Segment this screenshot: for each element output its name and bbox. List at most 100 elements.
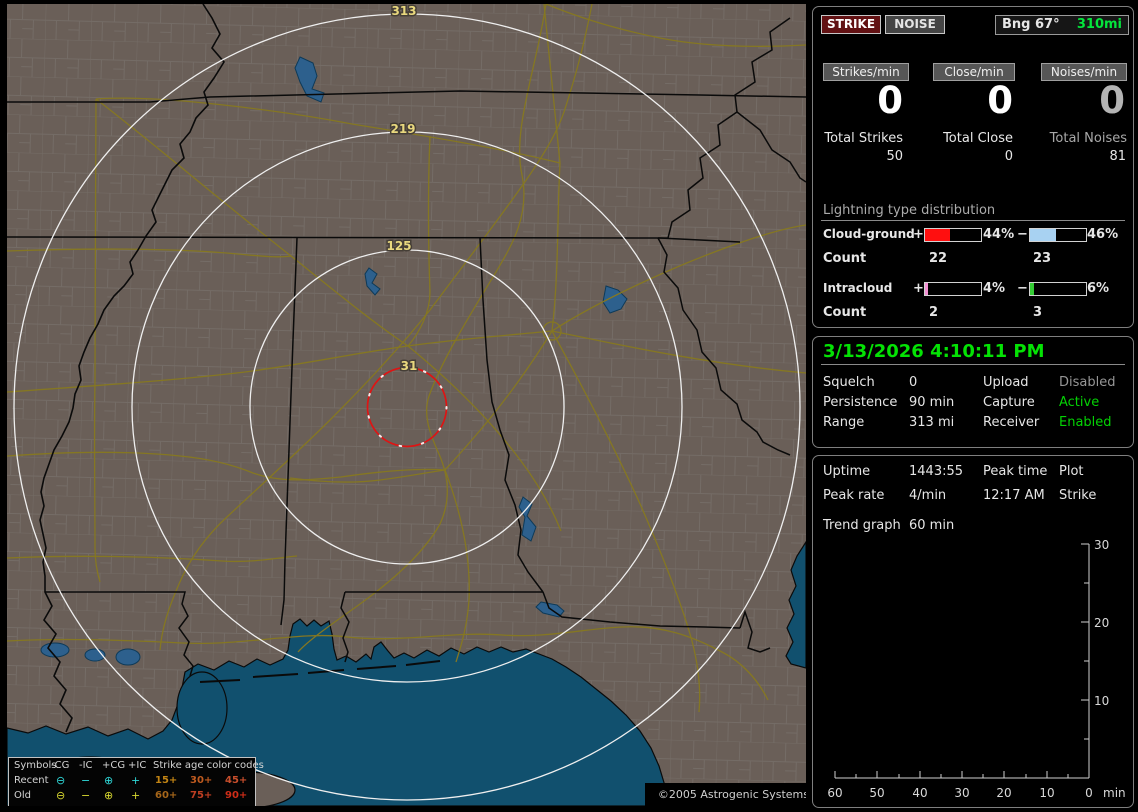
- neg-ic-recent-icon: −: [81, 774, 91, 787]
- persistence-value: 90 min: [909, 395, 955, 410]
- datetime-display: 3/13/2026 4:10:11 PM: [823, 341, 1045, 362]
- legend-recent-label: Recent: [14, 775, 49, 786]
- age-75: 75+: [190, 790, 213, 801]
- legend-col-pos-ic: +IC: [128, 760, 147, 771]
- cg-positive-count: 22: [929, 251, 948, 266]
- status-panel: 3/13/2026 4:10:11 PM Squelch 0 Upload Di…: [812, 336, 1134, 448]
- copyright-notice: ©2005 Astrogenic Systems: [645, 783, 806, 806]
- neg-cg-recent-icon: ⊖: [56, 774, 66, 787]
- x-tick-40: 40: [912, 786, 927, 800]
- noise-mode-button[interactable]: NOISE: [885, 15, 945, 34]
- x-axis-unit: min: [1103, 786, 1126, 800]
- squelch-label: Squelch: [823, 375, 875, 390]
- cg-negative-count: 23: [1033, 251, 1052, 266]
- receiver-label: Receiver: [983, 415, 1040, 430]
- x-tick-20: 20: [996, 786, 1011, 800]
- total-noises-label: Total Noises: [1049, 131, 1127, 146]
- cg-positive-bar: [924, 228, 982, 242]
- capture-status: Active: [1059, 395, 1100, 410]
- cloud-ground-label: Cloud-ground: [823, 227, 915, 241]
- pos-ic-recent-icon: +: [131, 774, 141, 787]
- squelch-value: 0: [909, 375, 918, 390]
- ring-label-219: 219: [390, 122, 415, 136]
- upload-status: Disabled: [1059, 375, 1116, 390]
- noises-per-min-value: 0: [1099, 79, 1125, 122]
- range-label: Range: [823, 415, 865, 430]
- ic-negative-count: 3: [1033, 305, 1043, 320]
- counter-panel: STRIKE NOISE Bng 67° 310mi Strikes/min C…: [812, 6, 1134, 328]
- cg-count-label: Count: [823, 251, 867, 266]
- neg-cg-old-icon: ⊖: [56, 789, 66, 802]
- plot-mode-value: Strike: [1059, 488, 1097, 503]
- age-30: 30+: [190, 775, 213, 786]
- legend-age-header: Strike age color codes: [153, 760, 264, 771]
- pos-cg-old-icon: ⊕: [104, 789, 114, 802]
- x-tick-60: 60: [827, 786, 842, 800]
- neg-ic-old-icon: −: [81, 789, 91, 802]
- receiver-status: Enabled: [1059, 415, 1112, 430]
- capture-label: Capture: [983, 395, 1035, 410]
- age-45: 45+: [225, 775, 248, 786]
- total-noises-value: 81: [1109, 149, 1126, 164]
- intracloud-label: Intracloud: [823, 281, 893, 295]
- close-per-min-value: 0: [987, 79, 1013, 122]
- peak-rate-label: Peak rate: [823, 488, 885, 503]
- ic-positive-pct: 4%: [983, 281, 1006, 296]
- ic-count-label: Count: [823, 305, 867, 320]
- pos-cg-recent-icon: ⊕: [104, 774, 114, 787]
- peak-time-label: Peak time: [983, 464, 1048, 479]
- minus-sign: −: [1017, 227, 1028, 242]
- minus-sign: −: [1017, 281, 1028, 296]
- ic-positive-bar: [924, 282, 982, 296]
- strike-map[interactable]: 313 219 125 31 Symbols -CG -IC +CG +IC S…: [7, 4, 806, 806]
- symbol-legend: Symbols -CG -IC +CG +IC Strike age color…: [8, 757, 264, 806]
- age-60: 60+: [155, 790, 178, 801]
- cg-negative-pct: 46%: [1087, 227, 1119, 242]
- total-strikes-value: 50: [886, 149, 903, 164]
- ic-negative-bar: [1029, 282, 1087, 296]
- bearing-readout: Bng 67° 310mi: [995, 15, 1129, 35]
- x-tick-50: 50: [869, 786, 884, 800]
- ic-positive-count: 2: [929, 305, 939, 320]
- peak-time-value: 12:17 AM: [983, 488, 1045, 503]
- legend-col-pos-cg: +CG: [102, 760, 126, 771]
- trend-graph: 30 20 10 60 50 40 30 20 10 0 min: [827, 538, 1126, 800]
- bearing-label: Bng 67°: [1002, 17, 1060, 32]
- total-close-value: 0: [1004, 149, 1013, 164]
- trend-panel: Uptime 1443:55 Peak time Plot Peak rate …: [812, 455, 1134, 808]
- plus-sign: +: [913, 227, 924, 242]
- trend-graph-label: Trend graph: [823, 518, 901, 533]
- uptime-label: Uptime: [823, 464, 871, 479]
- trend-graph-window: 60 min: [909, 518, 955, 533]
- legend-col-neg-ic: -IC: [79, 760, 93, 771]
- ic-negative-pct: 6%: [1087, 281, 1110, 296]
- y-tick-20: 20: [1094, 616, 1109, 630]
- peak-rate-value: 4/min: [909, 488, 947, 503]
- legend-old-label: Old: [14, 790, 31, 801]
- lightning-detector-app: 313 219 125 31 Symbols -CG -IC +CG +IC S…: [0, 0, 1138, 812]
- legend-col-neg-cg: -CG: [51, 760, 70, 771]
- ring-label-313: 313: [391, 4, 416, 18]
- age-15: 15+: [155, 775, 178, 786]
- strike-mode-button[interactable]: STRIKE: [821, 15, 881, 34]
- ring-label-31: 31: [401, 359, 418, 373]
- map-canvas: 313 219 125 31: [7, 4, 806, 806]
- x-tick-30: 30: [954, 786, 969, 800]
- total-close-label: Total Close: [943, 131, 1013, 146]
- divider: [821, 364, 1125, 365]
- upload-label: Upload: [983, 375, 1029, 390]
- strikes-per-min-value: 0: [877, 79, 903, 122]
- x-tick-10: 10: [1039, 786, 1054, 800]
- plot-label: Plot: [1059, 464, 1084, 479]
- plus-sign: +: [913, 281, 924, 296]
- ring-label-125: 125: [386, 239, 411, 253]
- divider: [821, 220, 1125, 221]
- trend-axes: [834, 543, 1090, 779]
- cg-positive-pct: 44%: [983, 227, 1015, 242]
- y-tick-10: 10: [1094, 694, 1109, 708]
- range-value: 313 mi: [909, 415, 955, 430]
- cg-negative-bar: [1029, 228, 1087, 242]
- persistence-label: Persistence: [823, 395, 898, 410]
- pos-ic-old-icon: +: [131, 789, 141, 802]
- age-90: 90+: [225, 790, 248, 801]
